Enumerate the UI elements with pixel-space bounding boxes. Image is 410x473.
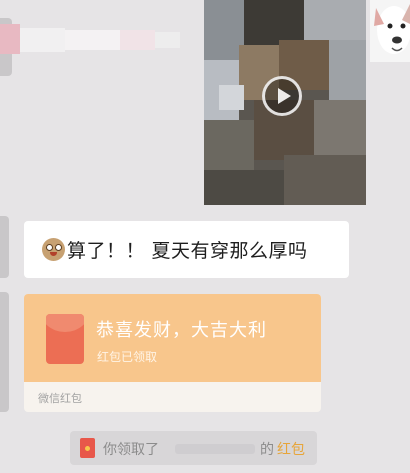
red-envelope-icon — [46, 314, 84, 364]
red-packet-footer: 微信红包 — [38, 392, 82, 405]
text-message-bubble[interactable]: 算了！！ 夏天有穿那么厚吗 — [24, 221, 349, 278]
grinning-emoji-icon — [42, 238, 65, 261]
dog-avatar-icon — [370, 0, 410, 62]
notice-name-blurred — [175, 444, 255, 454]
notice-prefix: 你领取了 — [103, 442, 159, 458]
left-edge-tab — [0, 216, 9, 278]
notice-suffix: 的 — [260, 442, 274, 458]
notice-link[interactable]: 红包 — [277, 439, 305, 459]
red-packet-status: 红包已领取 — [97, 350, 158, 364]
message-text: 算了！！ 夏天有穿那么厚吗 — [67, 240, 308, 262]
system-notice: 你领取了 的 红包 — [70, 431, 317, 465]
sender-name-blurred — [0, 18, 185, 64]
red-packet-message[interactable]: 恭喜发财，大吉大利 红包已领取 微信红包 — [24, 294, 321, 412]
red-packet-title: 恭喜发财，大吉大利 — [96, 320, 267, 341]
avatar[interactable] — [370, 0, 410, 62]
play-icon — [278, 88, 291, 104]
play-button[interactable] — [262, 76, 302, 116]
red-envelope-small-icon — [80, 438, 95, 458]
left-edge-tab — [0, 292, 9, 412]
chat-screen: 算了！！ 夏天有穿那么厚吗 恭喜发财，大吉大利 红包已领取 微信红包 你领取了 … — [0, 0, 410, 473]
